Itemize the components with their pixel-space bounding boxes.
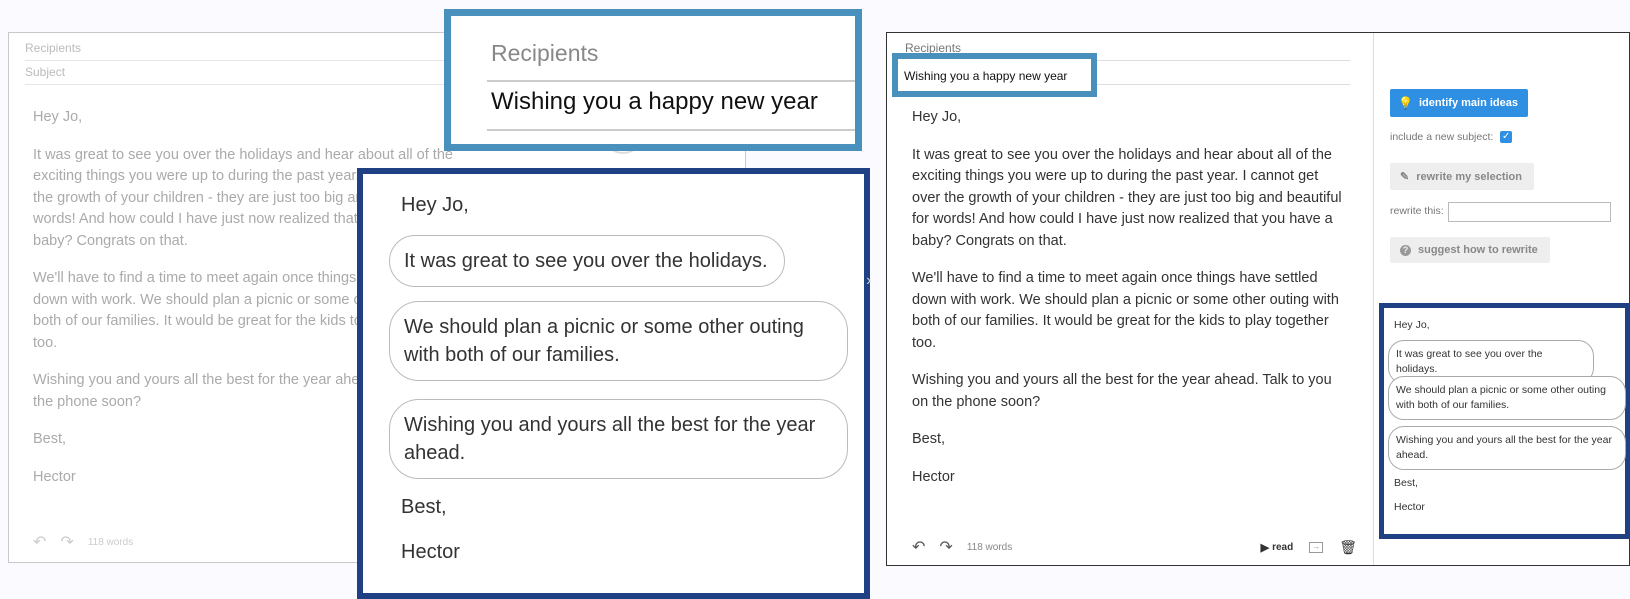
divider — [487, 129, 855, 131]
paragraph: We'll have to find a time to meet again … — [912, 270, 1339, 351]
zoom-recipients-label: Recipients — [491, 40, 599, 66]
paragraph: Wishing you and yours all the best for t… — [912, 372, 1332, 410]
identify-main-ideas-label: identify main ideas — [1418, 97, 1518, 109]
read-button[interactable]: ▶ read — [1261, 541, 1294, 554]
subject-field-highlight[interactable]: Wishing you a happy new year — [892, 53, 1097, 97]
identify-main-ideas-button[interactable]: 💡 identify main ideas — [1390, 89, 1528, 117]
paragraph: It was great to see you over the holiday… — [912, 146, 1342, 249]
zoom-idea-bubble: It was great to see you over the holiday… — [389, 235, 785, 287]
redo-icon[interactable]: ↷ — [939, 537, 952, 557]
subject-label: Subject — [25, 65, 66, 79]
word-count: 118 words — [966, 541, 1013, 553]
editor-footer: ↶ ↷ 118 words ▶ read → 🗑 — [912, 537, 1357, 557]
recipients-label: Recipients — [25, 41, 82, 55]
ideas-signoff: Best, — [1394, 477, 1418, 489]
question-icon: ? — [1400, 244, 1411, 256]
suggest-rewrite-label: suggest how to rewrite — [1418, 244, 1538, 256]
ideas-name: Hector — [1394, 501, 1425, 513]
divider — [25, 60, 465, 61]
email-body[interactable]: Hey Jo, It was great to see you over the… — [912, 107, 1344, 504]
greeting: Hey Jo, — [33, 109, 83, 125]
main-ideas-panel: Hey Jo, It was great to see you over the… — [1379, 303, 1630, 539]
idea-bubble[interactable]: We should plan a picnic or some other ou… — [1388, 376, 1626, 420]
zoom-signoff: Best, — [401, 496, 447, 518]
read-label: read — [1272, 541, 1294, 553]
idea-bubble[interactable]: Wishing you and yours all the best for t… — [1388, 426, 1626, 470]
divider — [25, 84, 465, 85]
ideas-greeting: Hey Jo, — [1394, 319, 1430, 331]
chevron-right-icon: › — [866, 272, 872, 289]
zoom-greeting: Hey Jo, — [401, 194, 469, 216]
include-subject-label: include a new subject: — [1390, 131, 1494, 143]
include-subject-checkbox[interactable]: ✓ — [1500, 131, 1513, 144]
trash-icon[interactable]: 🗑 — [1339, 539, 1357, 556]
insert-icon[interactable]: → — [1309, 541, 1324, 553]
signoff: Best, — [912, 431, 946, 447]
rewrite-this-label: rewrite this: — [1390, 205, 1444, 217]
zoom-idea-bubble: Wishing you and yours all the best for t… — [389, 399, 848, 479]
rewrite-selection-label: rewrite my selection — [1416, 170, 1522, 183]
greeting: Hey Jo, — [912, 109, 962, 125]
undo-icon[interactable]: ↶ — [912, 537, 925, 557]
word-count: 118 words — [87, 536, 134, 548]
editor-area: Recipients Hey Jo, It was great to see y… — [887, 33, 1372, 565]
zoom-idea-bubble: We should plan a picnic or some other ou… — [389, 301, 848, 381]
include-subject-row: include a new subject: ✓ — [1390, 131, 1513, 144]
signature-name: Hector — [912, 468, 955, 485]
pencil-icon: ✎ — [1400, 171, 1410, 183]
editor-footer: ↶ ↷ 118 words — [33, 532, 133, 552]
redo-icon: ↷ — [60, 534, 74, 551]
zoom-subject-callout: Recipients Wishing you a happy new year — [444, 9, 862, 151]
lightbulb-icon: 💡 — [1398, 96, 1413, 110]
undo-icon: ↶ — [33, 534, 47, 551]
zoom-subject-value: Wishing you a happy new year — [491, 88, 818, 115]
play-icon: ▶ — [1260, 541, 1270, 554]
zoom-main-ideas-callout: Hey Jo, It was great to see you over the… — [357, 168, 870, 599]
suggest-rewrite-button[interactable]: ? suggest how to rewrite — [1390, 237, 1550, 263]
divider — [487, 80, 855, 82]
zoom-name: Hector — [401, 541, 460, 563]
rewrite-selection-button[interactable]: ✎ rewrite my selection — [1390, 163, 1534, 190]
subject-value: Wishing you a happy new year — [904, 69, 1068, 83]
rewrite-this-input[interactable] — [1448, 202, 1611, 222]
